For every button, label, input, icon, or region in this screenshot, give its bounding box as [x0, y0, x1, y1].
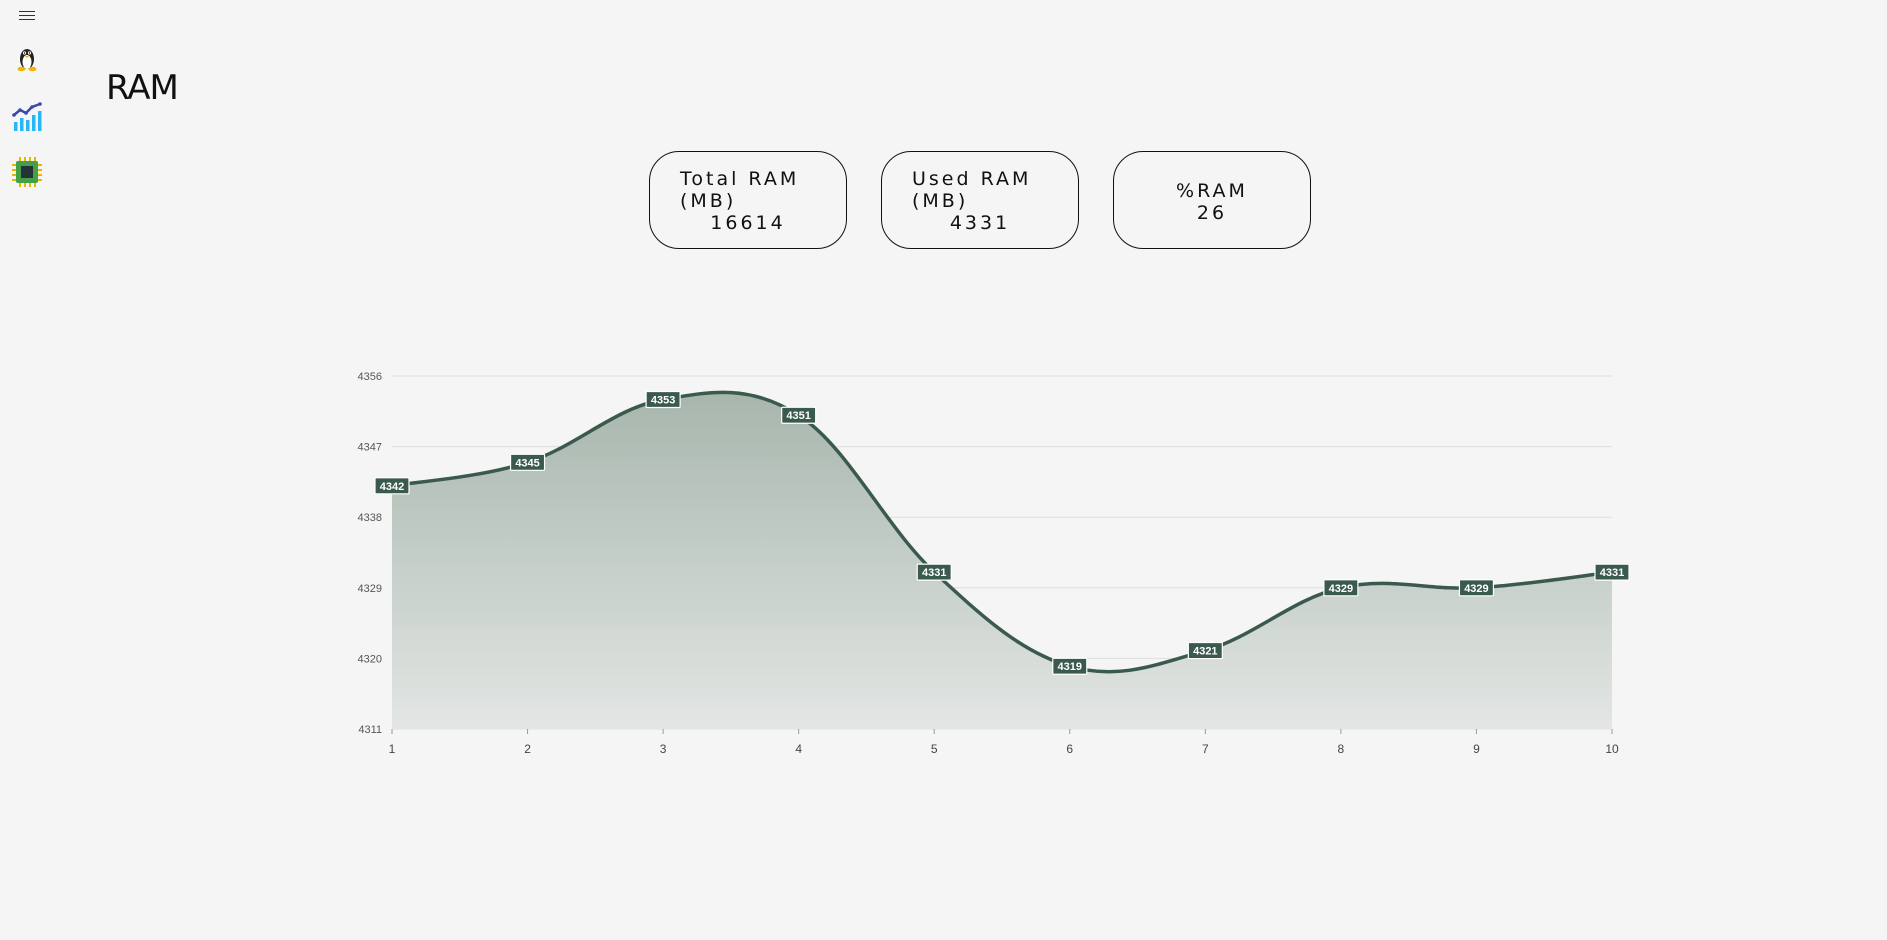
data-label-text: 4321 [1193, 646, 1217, 658]
x-tick-label: 5 [931, 742, 938, 756]
page-title: RAM [106, 68, 179, 108]
data-label: 4331 [1594, 563, 1630, 581]
y-tick-label: 4347 [358, 442, 382, 454]
data-label-text: 4331 [922, 567, 946, 579]
x-tick-label: 8 [1338, 742, 1345, 756]
percent-ram-card: %RAM 26 [1113, 151, 1311, 249]
x-tick-label: 3 [660, 742, 667, 756]
x-tick-label: 10 [1605, 742, 1619, 756]
data-label-text: 4319 [1058, 661, 1082, 673]
y-tick-label: 4311 [358, 724, 382, 736]
linux-penguin-icon[interactable] [10, 42, 44, 76]
data-label-text: 4329 [1464, 583, 1488, 595]
chart-stats-icon[interactable] [10, 100, 44, 134]
data-label-text: 4345 [515, 457, 539, 469]
data-label: 4342 [374, 477, 410, 495]
data-label-text: 4351 [786, 410, 810, 422]
total-ram-value: 16614 [710, 212, 786, 234]
ram-usage-chart: 4311 4320 4329 4338 4347 4356 1 2 3 4 5 6 7 8 9 10 4342 4… [340, 360, 1640, 760]
x-tick-label: 2 [524, 742, 531, 756]
used-ram-value: 4331 [949, 212, 1011, 234]
y-tick-label: 4320 [358, 653, 382, 665]
data-label: 4351 [781, 406, 817, 424]
total-ram-label: Total RAM (MB) [680, 168, 800, 212]
data-label-text: 4329 [1329, 583, 1353, 595]
series-area [392, 392, 1612, 729]
hamburger-menu-icon[interactable] [16, 8, 38, 22]
cpu-chip-icon[interactable] [10, 155, 44, 189]
data-label: 4321 [1187, 641, 1223, 660]
percent-ram-value: 26 [1196, 202, 1228, 224]
ram-usage-chart-svg: 4311 4320 4329 4338 4347 4356 1 2 3 4 5 6 7 8 9 10 4342 4… [358, 371, 1630, 756]
x-tick-label: 6 [1066, 742, 1073, 756]
y-tick-label: 4329 [358, 583, 382, 595]
sidebar [0, 0, 54, 940]
data-label: 4319 [1052, 657, 1088, 675]
data-label-text: 4331 [1600, 567, 1624, 579]
y-tick-label: 4356 [358, 371, 382, 383]
percent-ram-label: %RAM [1176, 180, 1248, 202]
used-ram-card: Used RAM (MB) 4331 [881, 151, 1079, 249]
total-ram-card: Total RAM (MB) 16614 [649, 151, 847, 249]
x-tick-label: 1 [389, 742, 396, 756]
x-tick-label: 9 [1473, 742, 1480, 756]
data-label: 4331 [916, 563, 952, 581]
data-label: 4353 [645, 390, 681, 409]
y-tick-label: 4338 [358, 512, 382, 524]
data-label: 4329 [1323, 579, 1359, 597]
used-ram-label: Used RAM (MB) [912, 168, 1032, 212]
x-tick-label: 7 [1202, 742, 1209, 756]
data-label: 4329 [1458, 579, 1495, 597]
data-label-text: 4353 [651, 395, 675, 407]
data-label-text: 4342 [380, 481, 404, 493]
x-tick-label: 4 [795, 742, 802, 756]
data-label: 4345 [509, 453, 546, 471]
